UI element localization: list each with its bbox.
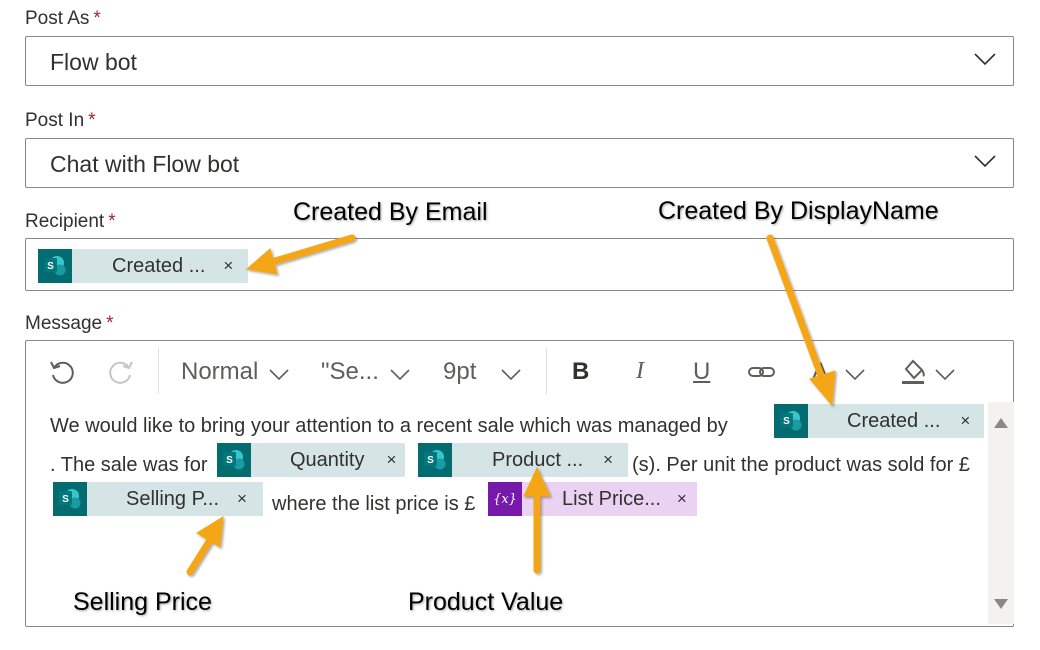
token-label: Product ... bbox=[492, 448, 584, 471]
font-color-button[interactable]: A bbox=[812, 358, 828, 386]
token-label: Quantity bbox=[290, 448, 365, 471]
post-as-value: Flow bot bbox=[50, 49, 137, 75]
italic-button[interactable]: I bbox=[636, 358, 644, 385]
font-color-icon: A bbox=[812, 358, 829, 385]
remove-token-button[interactable]: × bbox=[603, 450, 613, 470]
post-in-value: Chat with Flow bot bbox=[50, 151, 240, 177]
scroll-up-icon[interactable] bbox=[994, 418, 1008, 428]
recipient-label: Recipient * bbox=[25, 211, 116, 233]
svg-text:S: S bbox=[427, 455, 434, 466]
undo-icon[interactable] bbox=[47, 357, 77, 387]
sharepoint-icon: S bbox=[38, 249, 72, 283]
message-text: (s). Per unit the product was sold for £ bbox=[632, 454, 970, 476]
variable-icon: {x} bbox=[488, 482, 522, 516]
token-label: Created ... bbox=[112, 254, 206, 277]
underline-button[interactable]: U bbox=[693, 358, 710, 386]
message-token-quantity[interactable]: S Quantity × bbox=[217, 443, 405, 477]
sharepoint-icon: S bbox=[418, 443, 452, 477]
remove-token-button[interactable]: × bbox=[677, 489, 687, 509]
message-scrollbar[interactable] bbox=[988, 402, 1014, 624]
svg-text:S: S bbox=[47, 261, 54, 272]
paragraph-style-dropdown[interactable]: Normal bbox=[181, 358, 258, 386]
post-in-label: Post In * bbox=[25, 110, 96, 132]
link-icon[interactable] bbox=[747, 361, 777, 383]
message-text: where the list price is £ bbox=[272, 493, 476, 515]
required-marker: * bbox=[93, 8, 101, 29]
toolbar-divider bbox=[546, 348, 547, 394]
message-token-created-by-displayname[interactable]: S Created ... × bbox=[774, 404, 984, 438]
message-token-product[interactable]: S Product ... × bbox=[418, 443, 628, 477]
sharepoint-icon: S bbox=[774, 404, 808, 438]
paragraph-style-value: Normal bbox=[181, 358, 259, 385]
italic-icon: I bbox=[636, 358, 644, 384]
svg-text:S: S bbox=[226, 455, 233, 466]
post-as-label: Post As * bbox=[25, 8, 101, 30]
scroll-down-icon[interactable] bbox=[994, 599, 1008, 609]
underline-icon: U bbox=[693, 358, 711, 385]
paint-bucket-icon[interactable] bbox=[898, 355, 930, 387]
chevron-down-icon bbox=[974, 155, 996, 168]
message-token-selling-price[interactable]: S Selling P... × bbox=[53, 482, 263, 516]
svg-text:S: S bbox=[783, 416, 790, 427]
svg-text:S: S bbox=[62, 494, 69, 505]
callout-selling-price: Selling Price bbox=[73, 588, 212, 616]
recipient-label-text: Recipient bbox=[25, 211, 105, 232]
required-marker: * bbox=[108, 211, 116, 232]
font-size-dropdown[interactable]: 9pt bbox=[443, 358, 476, 386]
recipient-field[interactable]: S Created ... × bbox=[25, 238, 1014, 291]
sharepoint-icon: S bbox=[53, 482, 87, 516]
toolbar-divider bbox=[158, 348, 159, 394]
remove-token-button[interactable]: × bbox=[960, 411, 970, 431]
post-in-dropdown[interactable]: Chat with Flow bot bbox=[25, 138, 1014, 188]
remove-token-button[interactable]: × bbox=[237, 489, 247, 509]
remove-token-button[interactable]: × bbox=[223, 256, 233, 276]
recipient-token-created-by-email[interactable]: S Created ... × bbox=[38, 249, 248, 283]
post-as-label-text: Post As bbox=[25, 8, 90, 29]
font-size-value: 9pt bbox=[443, 358, 477, 385]
chevron-down-icon[interactable] bbox=[500, 368, 522, 382]
redo-icon[interactable] bbox=[106, 357, 136, 387]
message-token-list-price[interactable]: {x} List Price... × bbox=[488, 482, 697, 516]
bold-button[interactable]: B bbox=[572, 358, 589, 386]
callout-created-by-displayname: Created By DisplayName bbox=[658, 197, 939, 225]
sharepoint-icon: S bbox=[217, 443, 251, 477]
token-label: Selling P... bbox=[126, 487, 220, 510]
callout-product-value: Product Value bbox=[408, 588, 564, 616]
message-label: Message * bbox=[25, 313, 114, 335]
bold-icon: B bbox=[572, 358, 590, 385]
post-in-label-text: Post In bbox=[25, 110, 85, 131]
chevron-down-icon[interactable] bbox=[268, 368, 290, 382]
message-text: We would like to bring your attention to… bbox=[50, 415, 728, 437]
token-label: Created ... bbox=[847, 409, 941, 432]
variable-icon-text: {x} bbox=[493, 491, 517, 507]
font-family-dropdown[interactable]: "Se... bbox=[321, 358, 379, 386]
message-label-text: Message bbox=[25, 313, 103, 334]
chevron-down-icon[interactable] bbox=[389, 368, 411, 382]
font-family-value: "Se... bbox=[321, 358, 379, 385]
message-text: . The sale was for bbox=[50, 454, 208, 476]
chevron-down-icon[interactable] bbox=[934, 368, 956, 382]
callout-created-by-email: Created By Email bbox=[293, 198, 488, 226]
required-marker: * bbox=[106, 313, 114, 334]
token-label: List Price... bbox=[562, 487, 661, 510]
post-as-dropdown[interactable]: Flow bot bbox=[25, 36, 1014, 86]
remove-token-button[interactable]: × bbox=[386, 450, 396, 470]
chevron-down-icon bbox=[974, 53, 996, 66]
required-marker: * bbox=[88, 110, 96, 131]
chevron-down-icon[interactable] bbox=[844, 368, 866, 382]
